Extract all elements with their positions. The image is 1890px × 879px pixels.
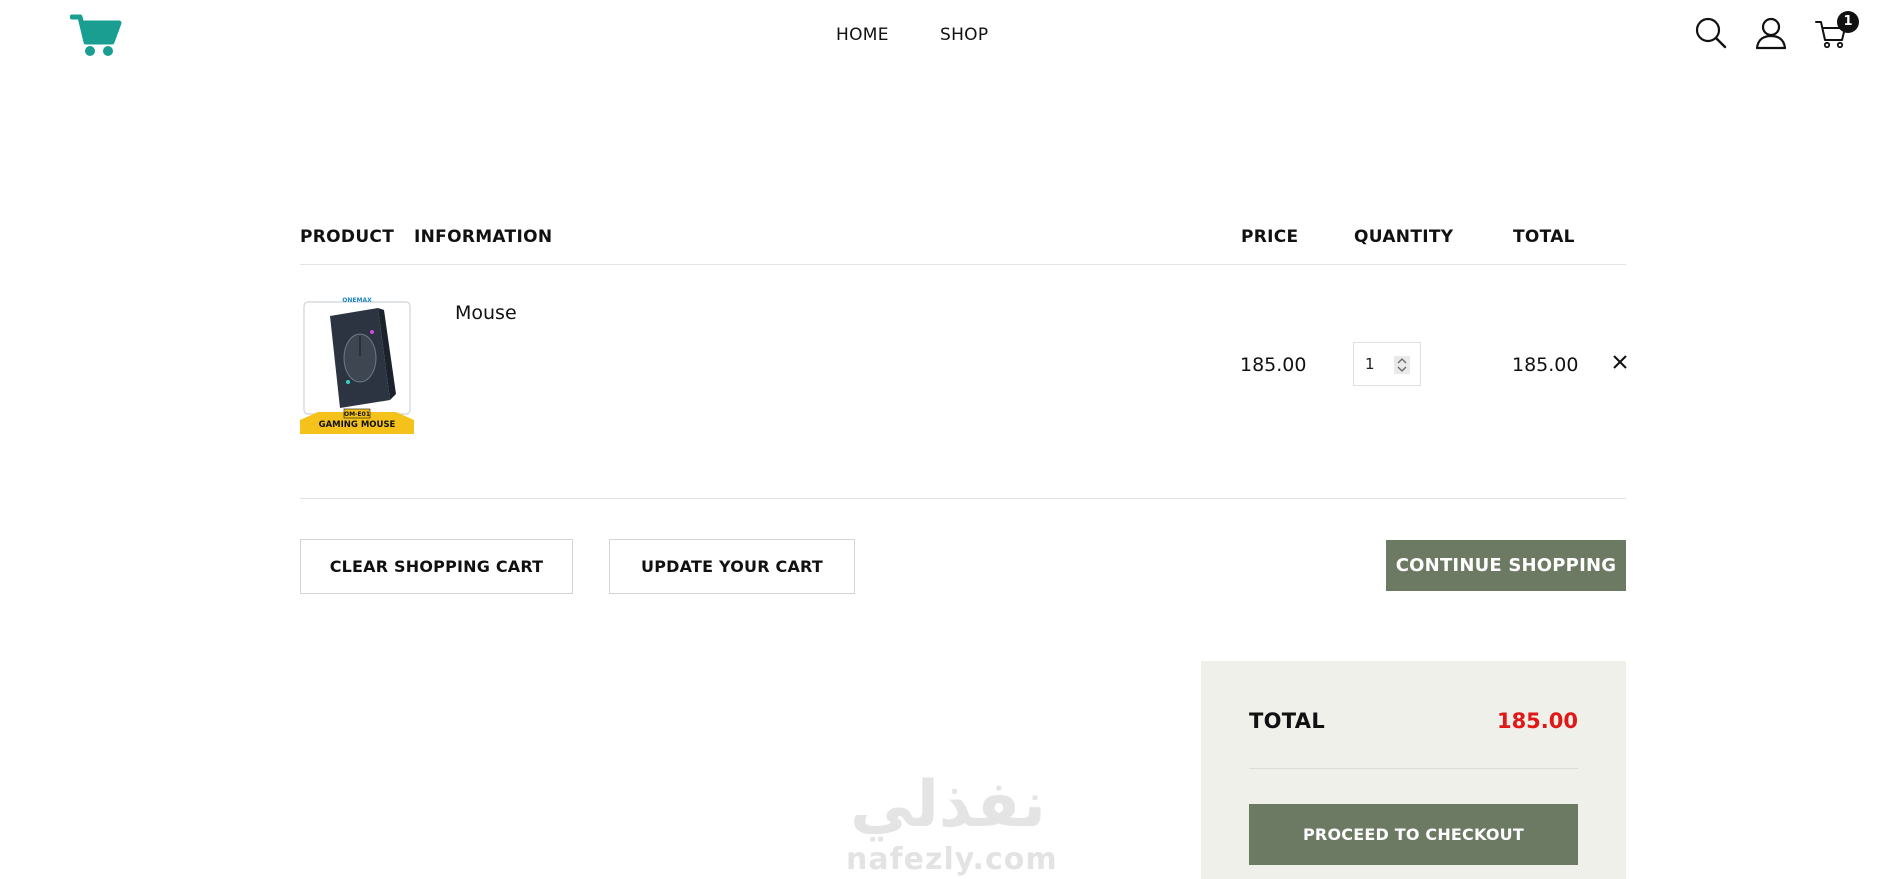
column-header-price: PRICE [1241,227,1299,247]
cart-count-badge: 1 [1837,11,1859,33]
nav-home[interactable]: HOME [836,25,889,45]
quantity-spin-icon[interactable] [1394,356,1410,374]
watermark-arabic: نفذلي [850,768,1046,842]
column-header-product: PRODUCT [300,227,395,247]
user-icon[interactable] [1754,16,1788,50]
clear-cart-button[interactable]: CLEAR SHOPPING CART [300,539,573,594]
quantity-stepper[interactable]: 1 [1353,342,1421,386]
proceed-to-checkout-button[interactable]: PROCEED TO CHECKOUT [1249,804,1578,865]
watermark-logo: نفذلي [850,768,1046,842]
product-name[interactable]: Mouse [455,302,517,324]
product-image-brand: ONEMAX [342,297,372,304]
row-divider [300,498,1626,499]
product-price: 185.00 [1240,354,1307,376]
column-header-information: INFORMATION [414,227,553,247]
cart-totals-panel: TOTAL 185.00 PROCEED TO CHECKOUT [1201,661,1626,879]
quantity-value[interactable]: 1 [1365,355,1375,373]
continue-shopping-button[interactable]: CONTINUE SHOPPING [1386,540,1626,591]
main-nav: HOME SHOP [0,25,1890,49]
nav-shop[interactable]: SHOP [940,25,988,45]
product-image[interactable]: ONEMAX OM-E01 GAMING MOUSE [300,296,414,434]
totals-divider [1249,768,1578,769]
update-cart-button[interactable]: UPDATE YOUR CART [609,539,855,594]
total-label: TOTAL [1249,709,1326,733]
product-image-caption: GAMING MOUSE [319,420,396,430]
header-divider [300,264,1626,265]
watermark-text: nafezly.com [846,842,1058,877]
remove-item-close-icon[interactable] [1610,352,1630,372]
row-total: 185.00 [1512,354,1579,376]
product-image-model: OM-E01 [344,411,370,418]
search-icon[interactable] [1694,16,1728,50]
total-value: 185.00 [1496,709,1578,733]
column-header-total: TOTAL [1513,227,1575,247]
column-header-quantity: QUANTITY [1354,227,1454,247]
